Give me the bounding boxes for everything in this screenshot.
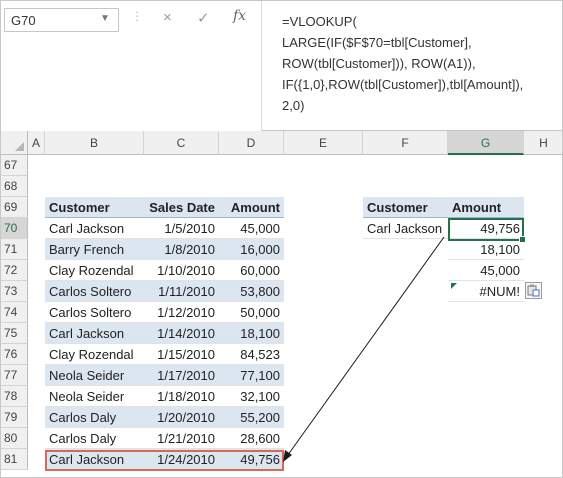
table-cell[interactable]: 1/15/2010 [144,344,219,365]
row-header-73[interactable]: 73 [1,281,28,302]
table-cell[interactable]: 1/10/2010 [144,260,219,281]
row-header-72[interactable]: 72 [1,260,28,281]
table-cell[interactable]: 1/21/2010 [144,428,219,449]
table-cell[interactable]: 77,100 [219,365,284,386]
name-box-value: G70 [11,13,36,28]
column-header-D[interactable]: D [219,131,284,155]
grip-icon: ⋮ [131,9,143,23]
table-cell[interactable]: 1/12/2010 [144,302,219,323]
column-header-A[interactable]: A [28,131,45,155]
row-header-70[interactable]: 70 [1,218,28,239]
table-cell[interactable]: 1/20/2010 [144,407,219,428]
arrow-line [284,236,445,460]
column-header-H[interactable]: H [524,131,562,155]
row-header-79[interactable]: 79 [1,407,28,428]
lookup-header-customer[interactable]: Customer [363,197,448,218]
row-header-67[interactable]: 67 [1,155,28,176]
lookup-result-cell[interactable]: 18,100 [448,239,524,260]
formula-text: =VLOOKUP( LARGE(IF($F$70=tbl[Customer], … [282,14,524,113]
row-header-74[interactable]: 74 [1,302,28,323]
worksheet-grid[interactable]: ABCDEFGH 67 68 69 70 71 72 73 74 75 76 77 78 79 80 81 … [1,131,562,477]
table-cell[interactable]: 16,000 [219,239,284,260]
row-header-81[interactable]: 81 [1,449,28,470]
lookup-result-cell[interactable]: 45,000 [448,260,524,281]
row-header-77[interactable]: 77 [1,365,28,386]
row-header-78[interactable]: 78 [1,386,28,407]
column-header-G[interactable]: G [448,131,524,155]
table-cell[interactable]: 18,100 [219,323,284,344]
table-cell[interactable]: 28,600 [219,428,284,449]
table-header-cell[interactable]: Sales Date [144,197,219,218]
select-all-button[interactable] [1,131,28,155]
paste-options-icon [527,284,540,297]
lookup-header-amount[interactable]: Amount [448,197,524,218]
table-cell[interactable]: Neola Seider [45,386,144,407]
table-cell[interactable]: Carlos Daly [45,407,144,428]
table-cell[interactable]: Carlos Soltero [45,302,144,323]
table-cell[interactable]: 50,000 [219,302,284,323]
error-indicator-icon [451,283,457,289]
excel-window: G70 ▼ ⋮ × ✓ fx =VLOOKUP( LARGE(IF($F$70=… [0,0,563,478]
table-cell[interactable]: Barry French [45,239,144,260]
table-cell[interactable]: 55,200 [219,407,284,428]
cancel-icon[interactable]: × [163,9,172,26]
row-header-76[interactable]: 76 [1,344,28,365]
table-cell[interactable]: 60,000 [219,260,284,281]
enter-icon[interactable]: ✓ [197,9,210,27]
table-cell[interactable]: Neola Seider [45,365,144,386]
name-box[interactable]: G70 ▼ [4,8,119,32]
table-cell[interactable]: Carl Jackson [45,323,144,344]
formula-bar: G70 ▼ ⋮ × ✓ fx =VLOOKUP( LARGE(IF($F$70=… [1,1,562,131]
row-header-71[interactable]: 71 [1,239,28,260]
insert-function-icon[interactable]: fx [233,8,246,24]
table-cell[interactable]: 1/17/2010 [144,365,219,386]
row-header-69[interactable]: 69 [1,197,28,218]
table-cell[interactable]: 32,100 [219,386,284,407]
highlighted-row-81 [45,450,284,471]
table-cell[interactable]: Carl Jackson [45,218,144,239]
table-cell[interactable]: Carlos Soltero [45,281,144,302]
column-header-C[interactable]: C [144,131,219,155]
paste-options-button[interactable] [525,282,542,299]
fill-handle[interactable] [519,236,526,243]
selected-cell-g70[interactable] [448,218,526,243]
arrow-head [283,450,292,462]
table-cell[interactable]: 53,800 [219,281,284,302]
table-cell[interactable]: Clay Rozendal [45,344,144,365]
column-header-B[interactable]: B [45,131,144,155]
column-header-E[interactable]: E [284,131,363,155]
row-header-68[interactable]: 68 [1,176,28,197]
formula-input[interactable]: =VLOOKUP( LARGE(IF($F$70=tbl[Customer], … [261,1,562,131]
column-header-F[interactable]: F [363,131,448,155]
table-cell[interactable]: 1/18/2010 [144,386,219,407]
lookup-result-cell[interactable]: #NUM! [448,281,524,302]
table-cell[interactable]: 84,523 [219,344,284,365]
select-all-icon [15,142,24,151]
row-header-75[interactable]: 75 [1,323,28,344]
row-header-80[interactable]: 80 [1,428,28,449]
table-cell[interactable]: 1/14/2010 [144,323,219,344]
table-cell[interactable]: 1/5/2010 [144,218,219,239]
lookup-customer-cell[interactable]: Carl Jackson [363,218,448,239]
table-cell[interactable]: Clay Rozendal [45,260,144,281]
table-cell[interactable]: 1/8/2010 [144,239,219,260]
table-header-cell[interactable]: Customer [45,197,144,218]
table-cell[interactable]: 1/11/2010 [144,281,219,302]
table-cell[interactable]: 45,000 [219,218,284,239]
chevron-down-icon[interactable]: ▼ [100,13,110,24]
table-cell[interactable]: Carlos Daly [45,428,144,449]
table-header-cell[interactable]: Amount [219,197,284,218]
